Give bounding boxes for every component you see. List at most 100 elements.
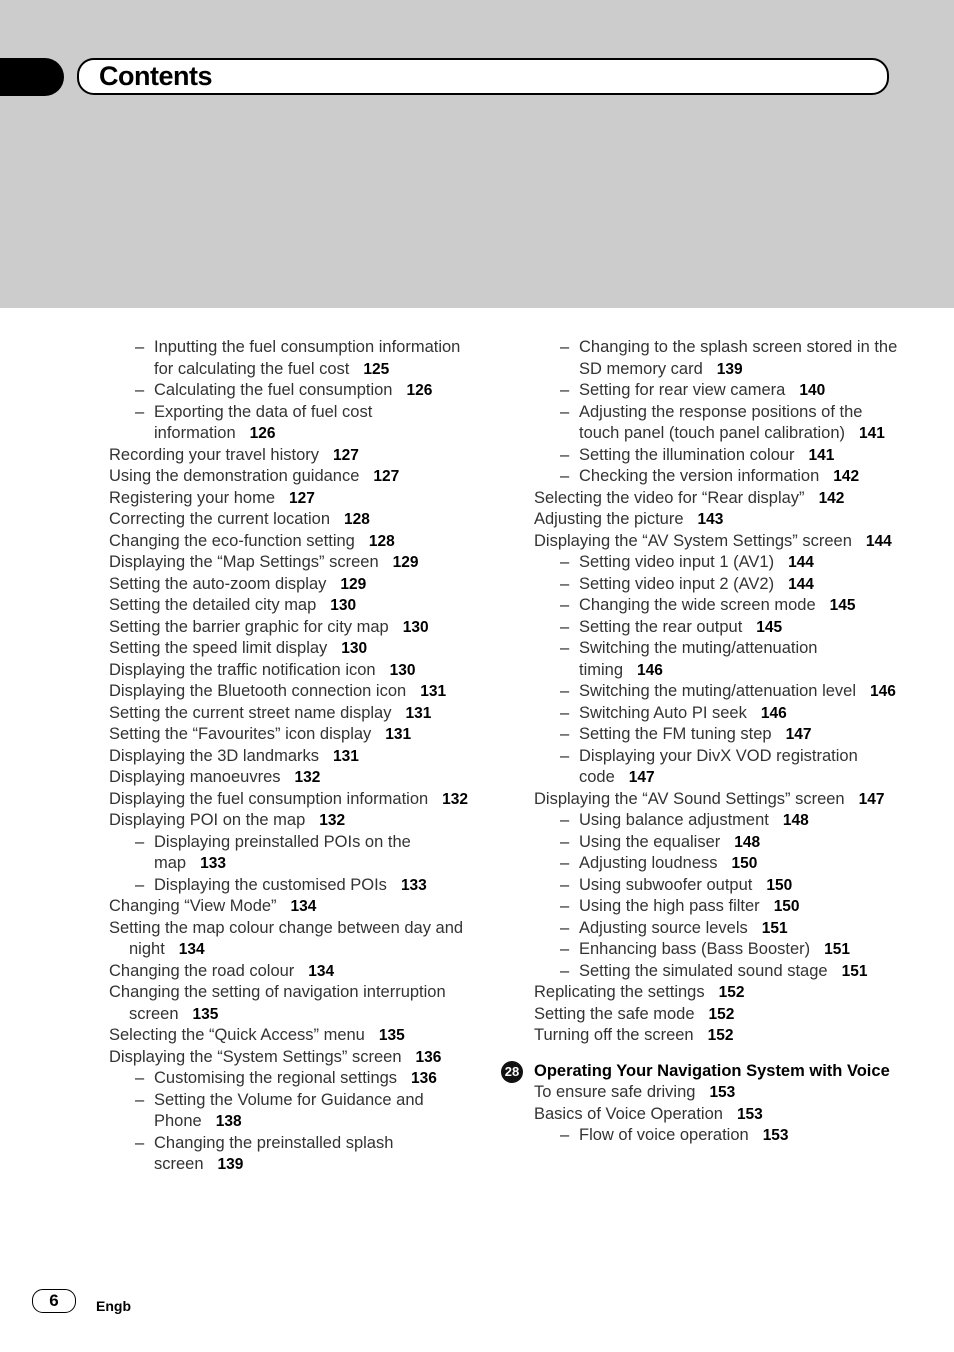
entry-page-number: 152 xyxy=(718,984,745,1001)
entry-page-number: 150 xyxy=(773,898,800,915)
toc-subentry[interactable]: – Inputting the fuel consumption informat… xyxy=(109,337,479,380)
toc-subentry[interactable]: – Setting the Volume for Guidance and Pho… xyxy=(109,1090,479,1133)
toc-entry[interactable]: Displaying the “AV Sound Settings” scree… xyxy=(534,789,904,811)
entry-page-number: 127 xyxy=(333,446,359,464)
entry-title: Recording your travel history xyxy=(109,445,320,464)
toc-subentry[interactable]: – Displaying preinstalled POIs on the map… xyxy=(109,832,479,875)
entry-title: Setting the current street name display xyxy=(109,703,392,722)
toc-subentry[interactable]: – Flow of voice operation 153 xyxy=(534,1125,904,1147)
dash-bullet: – xyxy=(135,832,145,851)
toc-entry[interactable]: Displaying the traffic notification icon… xyxy=(109,660,479,682)
toc-entry[interactable]: Correcting the current location 128 xyxy=(109,509,479,531)
toc-entry[interactable]: Setting the detailed city map 130 xyxy=(109,595,479,617)
entry-title: Adjusting source levels xyxy=(579,918,748,937)
toc-entry[interactable]: Displaying the Bluetooth connection icon… xyxy=(109,681,479,703)
toc-subentry[interactable]: – Customising the regional settings 136 xyxy=(109,1068,479,1090)
toc-subentry[interactable]: – Displaying the customised POIs 133 xyxy=(109,875,479,897)
entry-page-number: 153 xyxy=(709,1084,736,1101)
toc-entry[interactable]: Changing the setting of navigation inter… xyxy=(109,982,479,1025)
toc-subentry[interactable]: – Adjusting source levels 151 xyxy=(534,918,904,940)
entry-title: Switching the muting/attenuation level xyxy=(579,682,857,700)
toc-subentry[interactable]: – Exporting the data of fuel cost informa… xyxy=(109,402,479,445)
entry-page-number: 130 xyxy=(389,661,416,679)
dash-bullet: – xyxy=(560,682,570,700)
entry-title: Displaying the “AV Sound Settings” scree… xyxy=(534,789,845,808)
toc-entry[interactable]: Selecting the video for “Rear display” 14… xyxy=(534,488,904,510)
entry-page-number: 150 xyxy=(766,876,793,894)
toc-entry[interactable]: Displaying manoeuvres 132 xyxy=(109,767,479,789)
toc-subentry[interactable]: – Using the high pass filter 150 xyxy=(534,896,904,918)
toc-subentry[interactable]: – Changing to the splash screen stored in… xyxy=(534,337,904,380)
dash-bullet: – xyxy=(560,402,570,421)
entry-page-number: 148 xyxy=(734,833,761,851)
toc-subentry[interactable]: – Setting for rear view camera 140 xyxy=(534,380,904,402)
toc-subentry[interactable]: – Calculating the fuel consumption 126 xyxy=(109,380,479,402)
toc-entry[interactable]: Setting the “Favourites” icon display 131 xyxy=(109,724,479,746)
dash-bullet: – xyxy=(560,553,570,571)
chapter-number-badge: 28 xyxy=(501,1060,523,1083)
dash-bullet: – xyxy=(560,725,570,743)
toc-entry[interactable]: Setting the speed limit display 130 xyxy=(109,638,479,660)
toc-entry[interactable]: Setting the auto-zoom display 129 xyxy=(109,574,479,596)
toc-subentry[interactable]: – Changing the wide screen mode 145 xyxy=(534,595,904,617)
toc-subentry[interactable]: – Setting the simulated sound stage 151 xyxy=(534,961,904,983)
toc-subentry[interactable]: – Switching the muting/attenuation timing… xyxy=(534,638,904,681)
dash-bullet: – xyxy=(560,746,570,765)
toc-subentry[interactable]: – Setting the illumination colour 141 xyxy=(534,445,904,467)
toc-subentry[interactable]: – Adjusting loudness 150 xyxy=(534,853,904,875)
toc-entry[interactable]: Registering your home 127 xyxy=(109,488,479,510)
toc-entry[interactable]: Changing the road colour 134 xyxy=(109,961,479,983)
toc-subentry[interactable]: – Using the equaliser 148 xyxy=(534,832,904,854)
entry-page-number: 146 xyxy=(637,661,663,679)
chapter-heading[interactable]: 28 Operating Your Navigation System with … xyxy=(501,1060,904,1083)
toc-entry[interactable]: Changing “View Mode” 134 xyxy=(109,896,479,918)
entry-page-number: 131 xyxy=(420,683,447,700)
entry-page-number: 136 xyxy=(415,1048,442,1066)
entry-title: Setting the Volume for Guidance and Phon… xyxy=(154,1090,424,1131)
entry-title: Checking the version information xyxy=(579,467,820,485)
toc-entry[interactable]: Adjusting the picture 143 xyxy=(534,509,904,531)
toc-subentry[interactable]: – Using subwoofer output 150 xyxy=(534,875,904,897)
toc-subentry[interactable]: – Setting video input 2 (AV2) 144 xyxy=(534,574,904,596)
toc-entry[interactable]: Displaying the “System Settings” screen 1… xyxy=(109,1047,479,1069)
toc-entry[interactable]: Recording your travel history 127 xyxy=(109,445,479,467)
entry-title: Displaying the “Map Settings” screen xyxy=(109,553,379,571)
toc-entry[interactable]: Basics of Voice Operation 153 xyxy=(534,1104,904,1126)
toc-subentry[interactable]: – Adjusting the response positions of the… xyxy=(534,402,904,445)
toc-entry[interactable]: Setting the barrier graphic for city map… xyxy=(109,617,479,639)
toc-subentry[interactable]: – Enhancing bass (Bass Booster) 151 xyxy=(534,939,904,961)
toc-entry[interactable]: Using the demonstration guidance 127 xyxy=(109,466,479,488)
toc-subentry[interactable]: – Using balance adjustment 148 xyxy=(534,810,904,832)
toc-subentry[interactable]: – Switching Auto PI seek 146 xyxy=(534,703,904,725)
toc-subentry[interactable]: – Setting video input 1 (AV1) 144 xyxy=(534,552,904,574)
toc-entry[interactable]: Turning off the screen 152 xyxy=(534,1025,904,1047)
toc-entry[interactable]: Replicating the settings 152 xyxy=(534,982,904,1004)
toc-entry[interactable]: Displaying the “AV System Settings” scre… xyxy=(534,531,904,553)
toc-entry[interactable]: Displaying the fuel consumption informat… xyxy=(109,789,479,811)
entry-title: Setting the barrier graphic for city map xyxy=(109,617,389,636)
toc-entry[interactable]: Setting the current street name display 1… xyxy=(109,703,479,725)
toc-entry[interactable]: Changing the eco-function setting 128 xyxy=(109,531,479,553)
entry-title: Displaying manoeuvres xyxy=(109,768,281,786)
toc-subentry[interactable]: – Changing the preinstalled splash screen… xyxy=(109,1133,479,1176)
entry-title: Selecting the “Quick Access” menu xyxy=(109,1026,365,1044)
dash-bullet: – xyxy=(560,617,570,636)
toc-entry[interactable]: To ensure safe driving 153 xyxy=(534,1082,904,1104)
toc-subentry[interactable]: – Setting the rear output 145 xyxy=(534,617,904,639)
toc-entry[interactable]: Displaying POI on the map 132 xyxy=(109,810,479,832)
toc-entry[interactable]: Selecting the “Quick Access” menu 135 xyxy=(109,1025,479,1047)
toc-subentry[interactable]: – Displaying your DivX VOD registration c… xyxy=(534,746,904,789)
toc-entry[interactable]: Displaying the “Map Settings” screen 129 xyxy=(109,552,479,574)
dash-bullet: – xyxy=(560,875,570,894)
entry-page-number: 144 xyxy=(788,575,814,593)
toc-entry[interactable]: Setting the safe mode 152 xyxy=(534,1004,904,1026)
toc-subentry[interactable]: – Switching the muting/attenuation level 1… xyxy=(534,681,904,703)
entry-page-number: 133 xyxy=(400,876,427,894)
entry-page-number: 132 xyxy=(319,812,346,829)
toc-entry[interactable]: Setting the map colour change between da… xyxy=(109,918,479,961)
toc-subentry[interactable]: – Setting the FM tuning step 147 xyxy=(534,724,904,746)
toc-subentry[interactable]: – Checking the version information 142 xyxy=(534,466,904,488)
toc-entry[interactable]: Displaying the 3D landmarks 131 xyxy=(109,746,479,768)
entry-title: Enhancing bass (Bass Booster) xyxy=(579,940,811,958)
dash-bullet: – xyxy=(560,854,570,872)
